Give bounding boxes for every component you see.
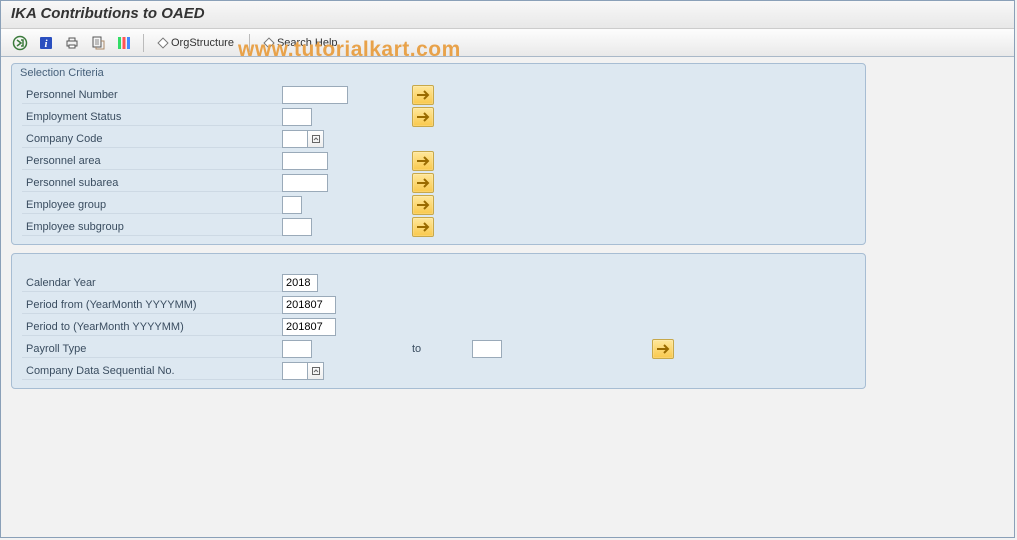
employment-status-label: Employment Status	[22, 109, 282, 126]
calendar-year-input[interactable]	[282, 274, 318, 292]
toolbar-separator	[249, 34, 250, 52]
diamond-icon	[263, 37, 274, 48]
payroll-type-high-input[interactable]	[472, 340, 502, 358]
calendar-year-label: Calendar Year	[22, 275, 282, 292]
employee-group-input[interactable]	[282, 196, 302, 214]
multiple-selection-button[interactable]	[412, 85, 434, 105]
org-structure-button[interactable]: OrgStructure	[152, 33, 241, 53]
toolbar: i OrgStructure Search Help	[1, 29, 1014, 57]
sort-icon[interactable]	[113, 33, 135, 53]
personnel-area-input[interactable]	[282, 152, 328, 170]
search-help-label: Search Help	[277, 37, 338, 49]
selection-criteria-group: Selection Criteria Personnel Number Empl…	[11, 63, 866, 245]
company-code-input[interactable]	[282, 130, 308, 148]
multiple-selection-button[interactable]	[412, 173, 434, 193]
to-label: to	[412, 343, 472, 355]
org-structure-label: OrgStructure	[171, 37, 234, 49]
company-data-seq-input[interactable]	[282, 362, 308, 380]
company-data-seq-label: Company Data Sequential No.	[22, 363, 282, 380]
multiple-selection-button[interactable]	[412, 195, 434, 215]
execute-icon[interactable]	[9, 33, 31, 53]
info-icon[interactable]: i	[35, 33, 57, 53]
search-help-button[interactable]: Search Help	[258, 33, 345, 53]
period-group: Calendar Year Period from (YearMonth YYY…	[11, 253, 866, 389]
value-help-icon[interactable]	[308, 362, 324, 380]
period-from-label: Period from (YearMonth YYYYMM)	[22, 297, 282, 314]
payroll-type-low-input[interactable]	[282, 340, 312, 358]
personnel-subarea-input[interactable]	[282, 174, 328, 192]
diamond-icon	[157, 37, 168, 48]
period-to-input[interactable]	[282, 318, 336, 336]
employee-subgroup-label: Employee subgroup	[22, 219, 282, 236]
toolbar-separator	[143, 34, 144, 52]
period-to-label: Period to (YearMonth YYYYMM)	[22, 319, 282, 336]
variant-get-icon[interactable]	[87, 33, 109, 53]
page-title: IKA Contributions to OAED	[1, 1, 1014, 29]
multiple-selection-button[interactable]	[412, 107, 434, 127]
personnel-number-label: Personnel Number	[22, 87, 282, 104]
personnel-subarea-label: Personnel subarea	[22, 175, 282, 192]
period-from-input[interactable]	[282, 296, 336, 314]
multiple-selection-button[interactable]	[652, 339, 674, 359]
personnel-number-input[interactable]	[282, 86, 348, 104]
payroll-type-label: Payroll Type	[22, 341, 282, 358]
personnel-area-label: Personnel area	[22, 153, 282, 170]
multiple-selection-button[interactable]	[412, 151, 434, 171]
company-code-label: Company Code	[22, 131, 282, 148]
value-help-icon[interactable]	[308, 130, 324, 148]
group-title: Selection Criteria	[12, 64, 865, 84]
employee-group-label: Employee group	[22, 197, 282, 214]
multiple-selection-button[interactable]	[412, 217, 434, 237]
employee-subgroup-input[interactable]	[282, 218, 312, 236]
print-icon[interactable]	[61, 33, 83, 53]
employment-status-input[interactable]	[282, 108, 312, 126]
